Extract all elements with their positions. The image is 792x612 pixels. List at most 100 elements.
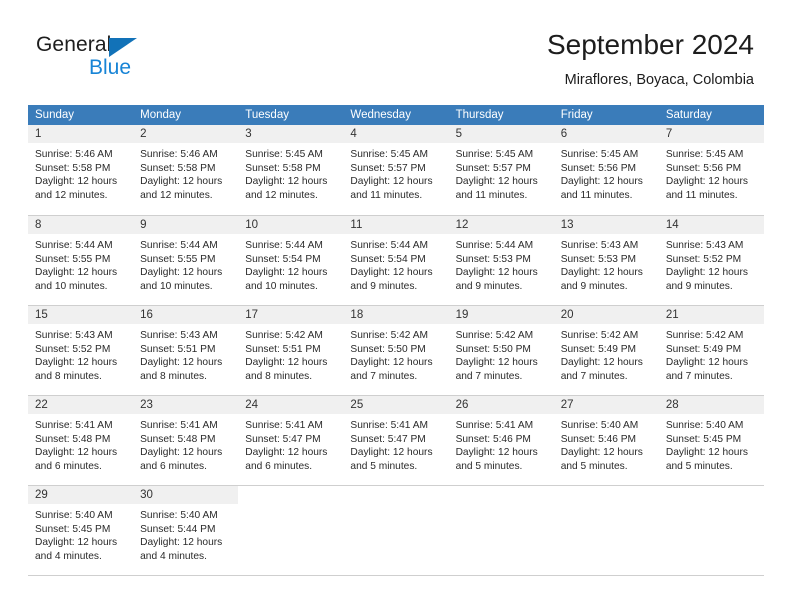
day-number: 13 <box>553 216 659 234</box>
week-row: 15 Sunrise: 5:43 AM Sunset: 5:52 PM Dayl… <box>28 305 764 395</box>
weekday-header-tuesday: Tuesday <box>245 109 289 121</box>
day-cell[interactable]: 14 Sunrise: 5:43 AM Sunset: 5:52 PM Dayl… <box>658 216 764 305</box>
day-cell[interactable]: 11 Sunrise: 5:44 AM Sunset: 5:54 PM Dayl… <box>343 216 449 305</box>
sunrise-line: Sunrise: 5:46 AM <box>140 149 218 160</box>
daylight-line-2: and 4 minutes. <box>140 550 207 562</box>
day-details: Sunrise: 5:43 AM Sunset: 5:52 PM Dayligh… <box>659 234 764 293</box>
daylight-line-1: Daylight: 12 hours <box>560 267 643 279</box>
logo-text-blue: Blue <box>89 56 132 79</box>
day-cell[interactable]: 2 Sunrise: 5:46 AM Sunset: 5:58 PM Dayli… <box>133 125 239 215</box>
day-number <box>554 486 659 504</box>
daylight-line-2: and 7 minutes. <box>455 370 523 382</box>
day-cell[interactable]: 5 Sunrise: 5:45 AM Sunset: 5:57 PM Dayli… <box>448 125 554 215</box>
daylight-line-1: Daylight: 12 hours <box>245 447 328 459</box>
daylight-line-1: Daylight: 12 hours <box>350 447 433 459</box>
sunrise-line: Sunrise: 5:42 AM <box>560 330 639 341</box>
daylight-line-2: and 7 minutes. <box>350 370 418 382</box>
daylight-line-1: Daylight: 12 hours <box>455 267 538 279</box>
day-cell[interactable]: 27 Sunrise: 5:40 AM Sunset: 5:46 PM Dayl… <box>553 396 659 485</box>
day-cell[interactable]: 24 Sunrise: 5:41 AM Sunset: 5:47 PM Dayl… <box>238 396 344 485</box>
daylight-line-2: and 9 minutes. <box>665 280 733 292</box>
day-cell[interactable]: 19 Sunrise: 5:42 AM Sunset: 5:50 PM Dayl… <box>448 306 554 395</box>
day-number: 19 <box>448 306 554 324</box>
daylight-line-1: Daylight: 12 hours <box>245 176 328 188</box>
daylight-line-2: and 10 minutes. <box>245 280 318 292</box>
daylight-line-1: Daylight: 12 hours <box>350 267 433 279</box>
daylight-line-2: and 4 minutes. <box>35 550 102 562</box>
day-cell[interactable]: 21 Sunrise: 5:42 AM Sunset: 5:49 PM Dayl… <box>658 306 764 395</box>
day-details: Sunrise: 5:40 AM Sunset: 5:44 PM Dayligh… <box>133 504 238 563</box>
grid-bottom-border <box>28 575 764 576</box>
sunrise-line: Sunrise: 5:44 AM <box>35 240 113 251</box>
day-cell[interactable]: 8 Sunrise: 5:44 AM Sunset: 5:55 PM Dayli… <box>28 216 134 305</box>
weekday-header-sunday: Sunday <box>35 109 75 121</box>
daylight-line-2: and 10 minutes. <box>140 280 213 292</box>
day-cell[interactable]: 1 Sunrise: 5:46 AM Sunset: 5:58 PM Dayli… <box>28 125 134 215</box>
day-cell[interactable]: 26 Sunrise: 5:41 AM Sunset: 5:46 PM Dayl… <box>448 396 554 485</box>
day-details: Sunrise: 5:44 AM Sunset: 5:55 PM Dayligh… <box>133 234 238 293</box>
day-number: 28 <box>658 396 764 414</box>
daylight-line-1: Daylight: 12 hours <box>140 537 223 549</box>
day-details: Sunrise: 5:41 AM Sunset: 5:46 PM Dayligh… <box>449 414 554 473</box>
sunrise-line: Sunrise: 5:45 AM <box>455 149 534 160</box>
sunrise-line: Sunrise: 5:40 AM <box>140 510 218 521</box>
day-details: Sunrise: 5:45 AM Sunset: 5:56 PM Dayligh… <box>659 143 764 202</box>
daylight-line-2: and 5 minutes. <box>665 460 733 472</box>
daylight-line-2: and 6 minutes. <box>35 460 102 472</box>
sunset-line: Sunset: 5:48 PM <box>35 433 111 445</box>
calendar-grid: Sunday Monday Tuesday Wednesday Thursday… <box>28 105 764 576</box>
day-cell[interactable]: 20 Sunrise: 5:42 AM Sunset: 5:49 PM Dayl… <box>553 306 659 395</box>
daylight-line-1: Daylight: 12 hours <box>35 357 118 369</box>
day-cell[interactable]: 22 Sunrise: 5:41 AM Sunset: 5:48 PM Dayl… <box>28 396 134 485</box>
day-details: Sunrise: 5:42 AM Sunset: 5:50 PM Dayligh… <box>343 324 448 383</box>
day-cell[interactable]: 9 Sunrise: 5:44 AM Sunset: 5:55 PM Dayli… <box>133 216 239 305</box>
daylight-line-1: Daylight: 12 hours <box>245 357 328 369</box>
day-cell[interactable]: 3 Sunrise: 5:45 AM Sunset: 5:58 PM Dayli… <box>238 125 344 215</box>
week-row: 29 Sunrise: 5:40 AM Sunset: 5:45 PM Dayl… <box>28 485 764 575</box>
daylight-line-2: and 9 minutes. <box>350 280 418 292</box>
daylight-line-1: Daylight: 12 hours <box>140 267 223 279</box>
sunrise-line: Sunrise: 5:42 AM <box>245 330 323 341</box>
sunset-line: Sunset: 5:54 PM <box>350 253 426 265</box>
day-cell[interactable]: 29 Sunrise: 5:40 AM Sunset: 5:45 PM Dayl… <box>28 486 134 575</box>
sunrise-line: Sunrise: 5:43 AM <box>560 240 639 251</box>
daylight-line-1: Daylight: 12 hours <box>140 176 223 188</box>
daylight-line-2: and 12 minutes. <box>140 189 213 201</box>
day-cell[interactable]: 17 Sunrise: 5:42 AM Sunset: 5:51 PM Dayl… <box>238 306 344 395</box>
sunset-line: Sunset: 5:53 PM <box>455 253 531 265</box>
day-cell[interactable]: 6 Sunrise: 5:45 AM Sunset: 5:56 PM Dayli… <box>553 125 659 215</box>
day-details: Sunrise: 5:43 AM Sunset: 5:51 PM Dayligh… <box>133 324 238 383</box>
day-number: 8 <box>28 216 134 234</box>
day-number <box>238 486 343 504</box>
daylight-line-1: Daylight: 12 hours <box>140 357 223 369</box>
day-cell[interactable]: 16 Sunrise: 5:43 AM Sunset: 5:51 PM Dayl… <box>133 306 239 395</box>
daylight-line-1: Daylight: 12 hours <box>665 357 748 369</box>
day-cell[interactable]: 18 Sunrise: 5:42 AM Sunset: 5:50 PM Dayl… <box>343 306 449 395</box>
day-details: Sunrise: 5:46 AM Sunset: 5:58 PM Dayligh… <box>28 143 133 202</box>
day-cell[interactable]: 4 Sunrise: 5:45 AM Sunset: 5:57 PM Dayli… <box>343 125 449 215</box>
sunset-line: Sunset: 5:58 PM <box>35 162 111 174</box>
sunset-line: Sunset: 5:52 PM <box>665 253 742 265</box>
day-number <box>343 486 448 504</box>
day-cell[interactable]: 25 Sunrise: 5:41 AM Sunset: 5:47 PM Dayl… <box>343 396 449 485</box>
daylight-line-2: and 7 minutes. <box>665 370 733 382</box>
daylight-line-1: Daylight: 12 hours <box>455 357 538 369</box>
daylight-line-2: and 5 minutes. <box>350 460 418 472</box>
day-cell[interactable]: 23 Sunrise: 5:41 AM Sunset: 5:48 PM Dayl… <box>133 396 239 485</box>
daylight-line-2: and 5 minutes. <box>455 460 523 472</box>
day-cell[interactable]: 12 Sunrise: 5:44 AM Sunset: 5:53 PM Dayl… <box>448 216 554 305</box>
daylight-line-1: Daylight: 12 hours <box>455 447 538 459</box>
sunset-line: Sunset: 5:45 PM <box>665 433 742 445</box>
day-cell[interactable]: 15 Sunrise: 5:43 AM Sunset: 5:52 PM Dayl… <box>28 306 134 395</box>
daylight-line-2: and 5 minutes. <box>560 460 628 472</box>
day-cell[interactable]: 28 Sunrise: 5:40 AM Sunset: 5:45 PM Dayl… <box>658 396 764 485</box>
day-details: Sunrise: 5:43 AM Sunset: 5:52 PM Dayligh… <box>28 324 133 383</box>
day-cell[interactable]: 30 Sunrise: 5:40 AM Sunset: 5:44 PM Dayl… <box>133 486 239 575</box>
sunrise-line: Sunrise: 5:43 AM <box>665 240 744 251</box>
day-number: 14 <box>658 216 764 234</box>
day-cell[interactable]: 7 Sunrise: 5:45 AM Sunset: 5:56 PM Dayli… <box>658 125 764 215</box>
day-number: 27 <box>553 396 659 414</box>
day-number: 22 <box>28 396 134 414</box>
day-cell[interactable]: 10 Sunrise: 5:44 AM Sunset: 5:54 PM Dayl… <box>238 216 344 305</box>
day-cell[interactable]: 13 Sunrise: 5:43 AM Sunset: 5:53 PM Dayl… <box>553 216 659 305</box>
